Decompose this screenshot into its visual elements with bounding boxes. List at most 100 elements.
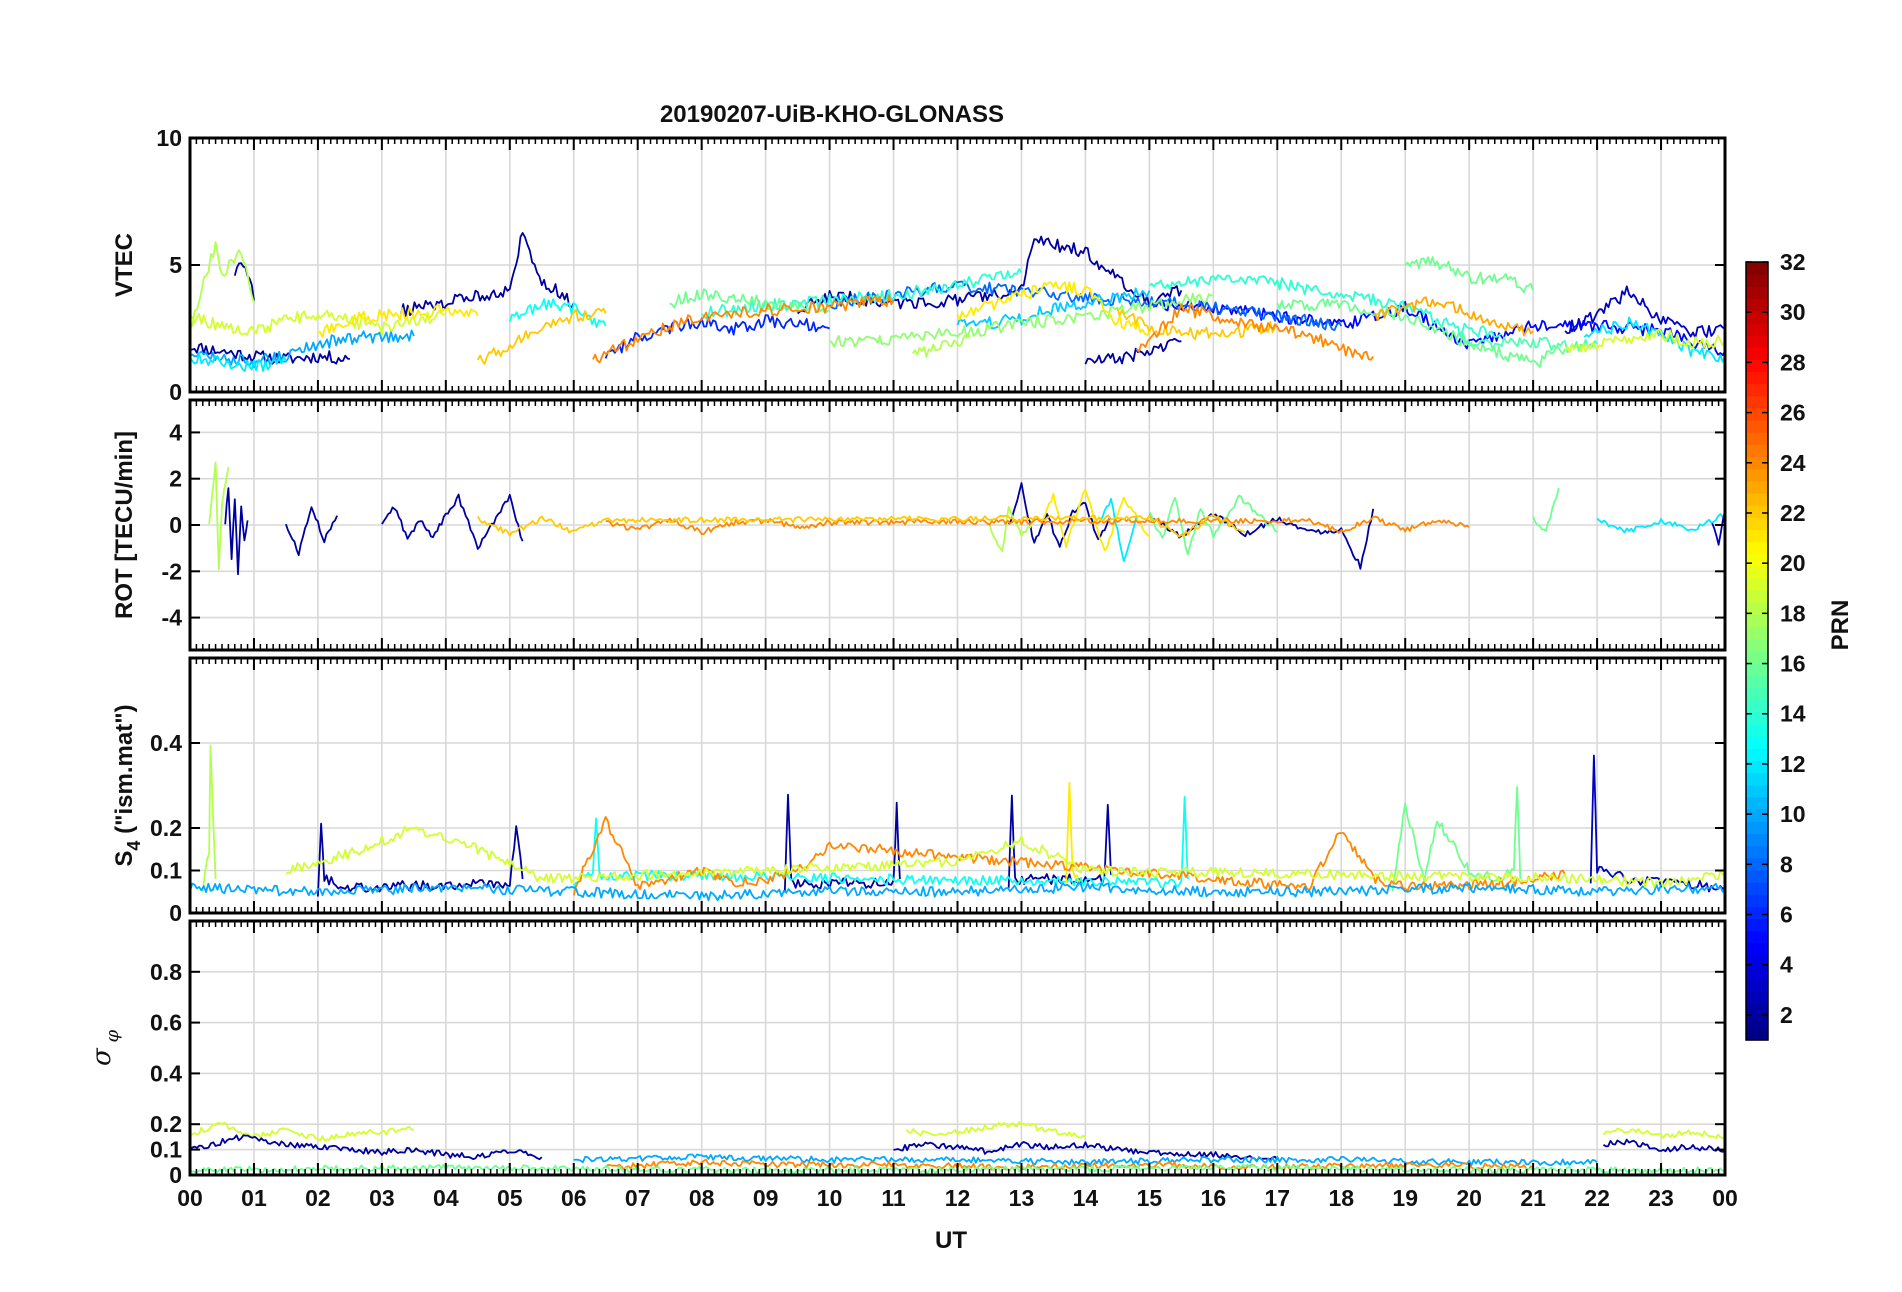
figure-canvas: 20190207-UiB-KHO-GLONASS UT 0510VTEC-4-2… [87, 101, 1854, 1254]
x-tick-label: 20 [1456, 1185, 1482, 1211]
y-tick-label: 5 [169, 252, 182, 278]
x-tick-label: 03 [369, 1185, 395, 1211]
y-tick-label: 0 [169, 512, 182, 538]
x-tick-label: 12 [945, 1185, 971, 1211]
colorbar-segment [1746, 541, 1768, 555]
colorbar-segment [1746, 553, 1768, 567]
colorbar-tick-label: 16 [1780, 651, 1806, 677]
colorbar-segment [1746, 845, 1768, 859]
series-line-prn-2 [317, 822, 524, 897]
series-line-prn-2 [783, 793, 901, 893]
colorbar-label: PRN [1827, 600, 1854, 651]
colorbar-segment [1746, 334, 1768, 348]
series-line-prn-13 [572, 795, 1189, 889]
x-tick-label: 00 [1712, 1185, 1738, 1211]
x-tick-label: 15 [1137, 1185, 1163, 1211]
y-tick-label: 0.4 [150, 1060, 182, 1086]
colorbar-segment [1746, 687, 1768, 701]
colorbar-segment [1746, 1027, 1768, 1041]
colorbar-segment [1746, 881, 1768, 895]
colorbar-segment [1746, 930, 1768, 944]
colorbar-segment [1746, 371, 1768, 385]
series-line-prn-3 [1564, 285, 1725, 339]
x-tick-label: 09 [753, 1185, 779, 1211]
colorbar-tick-label: 12 [1780, 751, 1806, 777]
y-axis-label: ROT [TECU/min] [111, 431, 138, 619]
colorbar-segment [1746, 262, 1768, 275]
colorbar-segment [1746, 784, 1768, 798]
panel-2: -4 -2 0 2 4 ROT [TECU/min] [111, 398, 1727, 652]
x-axis-label: UT [935, 1227, 967, 1254]
colorbar-tick-label: 32 [1780, 249, 1806, 275]
figure-title: 20190207-UiB-KHO-GLONASS [660, 101, 1004, 128]
colorbar-segment [1746, 906, 1768, 920]
series-line-prn-23 [1373, 296, 1534, 337]
x-tick-label: 00 [177, 1185, 203, 1211]
series-line-prn-6 [604, 314, 830, 359]
colorbar-segment [1746, 614, 1768, 628]
series-line-prn-2 [190, 1134, 543, 1161]
colorbar-segment [1746, 274, 1768, 287]
colorbar-tick-label: 4 [1780, 952, 1793, 978]
colorbar-segment [1746, 286, 1768, 300]
x-tick-label: 18 [1328, 1185, 1354, 1211]
colorbar-segment [1746, 578, 1768, 591]
y-axis-label: VTEC [111, 233, 138, 297]
y-axis-label: σ φ [87, 1030, 123, 1066]
series-line-prn-19 [1564, 328, 1725, 354]
y-tick-label: -4 [162, 605, 183, 631]
colorbar-segment [1746, 954, 1768, 968]
y-label-base: S [111, 851, 138, 867]
x-tick-label: 08 [689, 1185, 715, 1211]
x-tick-label: 07 [625, 1185, 651, 1211]
colorbar-segment [1746, 347, 1768, 360]
colorbar-tick-label: 26 [1780, 400, 1806, 426]
x-tick-label: 23 [1648, 1185, 1674, 1211]
colorbar-segment [1746, 651, 1768, 664]
colorbar-segment [1746, 979, 1768, 992]
y-label-sub: φ [102, 1030, 123, 1049]
series-line-prn-19 [1602, 1127, 1725, 1139]
series-line-prn-10 [190, 329, 415, 369]
colorbar-segment [1746, 833, 1768, 847]
series-line-prn-2 [1148, 508, 1375, 570]
series-line-prn-2 [1007, 794, 1112, 888]
y-label-sub: 4 [124, 841, 144, 851]
colorbar-tick-label: 14 [1780, 701, 1806, 727]
panels: 0510VTEC-4-2024ROT [TECU/min]00.10.20.4S… [87, 125, 1738, 1211]
colorbar-segment [1746, 626, 1768, 640]
y-tick-label: 0.2 [150, 815, 182, 841]
colorbar-segment [1746, 772, 1768, 786]
y-label-tail: ("ism.mat") [111, 704, 138, 840]
y-tick-label: 0.2 [150, 1111, 182, 1137]
colorbar-segment [1746, 638, 1768, 652]
colorbar-segment [1746, 821, 1768, 834]
y-label-base: σ [87, 1047, 117, 1066]
series-line-prn-2 [381, 493, 524, 550]
colorbar-segment [1746, 675, 1768, 689]
colorbar-tick-label: 22 [1780, 500, 1806, 526]
colorbar-segment [1746, 942, 1768, 956]
colorbar-tick-label: 18 [1780, 600, 1806, 626]
panel-4: 00.10.20.40.60.8σ φ00 01 02 03 04 05 06 07 08 09 1… [87, 919, 1738, 1211]
x-tick-label: 02 [305, 1185, 331, 1211]
y-tick-label: 4 [169, 419, 182, 445]
colorbar-segment [1746, 809, 1768, 822]
colorbar-tick-label: 24 [1780, 450, 1806, 476]
series-line-prn-19 [285, 825, 1725, 889]
y-tick-label: 0.4 [150, 730, 182, 756]
series-line-prn-2 [224, 487, 249, 576]
x-tick-label: 06 [561, 1185, 587, 1211]
series-line-prn-2 [1084, 337, 1182, 365]
colorbar-segment [1746, 383, 1768, 397]
x-tick-label: 21 [1520, 1185, 1546, 1211]
series-line-prn-2 [1007, 482, 1112, 548]
colorbar-segment [1746, 736, 1768, 749]
colorbar-segment [1746, 492, 1768, 506]
colorbar-tick-label: 20 [1780, 550, 1806, 576]
y-tick-label: 0.6 [150, 1010, 182, 1036]
series-line-prn-13 [508, 298, 607, 329]
series-line-prn-12 [190, 351, 287, 373]
colorbar-tick-label: 2 [1780, 1002, 1793, 1028]
y-tick-label: -2 [162, 558, 182, 584]
